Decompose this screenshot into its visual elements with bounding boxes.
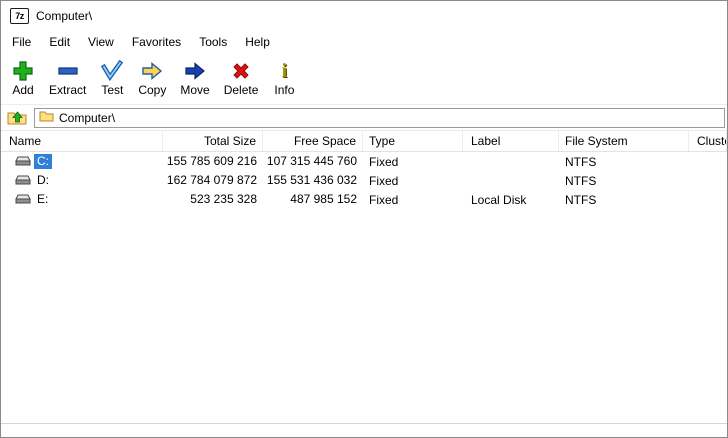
drive-total-size: 523 235 328 — [190, 192, 257, 206]
drive-total-size: 155 785 609 216 — [166, 154, 257, 168]
drive-row-e[interactable]: E: 523 235 328 487 985 152 Fixed Local D… — [1, 190, 727, 209]
extract-label: Extract — [49, 83, 87, 97]
info-button[interactable]: i Info — [265, 56, 303, 99]
drive-label: Local Disk — [471, 192, 527, 207]
address-path-text: Computer\ — [59, 110, 116, 125]
add-icon — [11, 59, 35, 83]
column-header-cluster-size[interactable]: Cluste — [689, 131, 727, 151]
add-label: Add — [12, 83, 34, 97]
copy-icon — [140, 59, 164, 83]
test-icon — [100, 59, 124, 83]
column-header-total-size[interactable]: Total Size — [163, 131, 263, 151]
drive-free-space: 107 315 445 760 — [266, 154, 357, 168]
drive-file-system: NTFS — [565, 173, 597, 188]
test-label: Test — [101, 83, 124, 97]
menu-bar: File Edit View Favorites Tools Help — [1, 31, 727, 53]
extract-icon — [56, 59, 80, 83]
add-button[interactable]: Add — [4, 56, 42, 99]
column-header-type[interactable]: Type — [363, 131, 463, 151]
move-button[interactable]: Move — [173, 56, 216, 99]
drive-type: Fixed — [369, 173, 399, 188]
column-header-label[interactable]: Label — [463, 131, 559, 151]
menu-view[interactable]: View — [79, 32, 123, 52]
drive-file-system: NTFS — [565, 154, 597, 169]
test-button[interactable]: Test — [93, 56, 131, 99]
menu-edit[interactable]: Edit — [40, 32, 79, 52]
move-label: Move — [180, 83, 210, 97]
extract-button[interactable]: Extract — [42, 56, 93, 99]
status-bar — [1, 423, 727, 437]
app-icon-7zip[interactable]: 7z — [10, 8, 29, 24]
delete-button[interactable]: Delete — [217, 56, 266, 99]
drive-name: C: — [34, 154, 52, 169]
drive-file-system: NTFS — [565, 192, 597, 207]
drive-total-size: 162 784 079 872 — [166, 173, 257, 187]
drive-type: Fixed — [369, 192, 399, 207]
copy-label: Copy — [138, 83, 167, 97]
menu-tools[interactable]: Tools — [190, 32, 236, 52]
info-label: Info — [274, 83, 295, 97]
info-icon: i — [281, 60, 288, 82]
app-window: 7z Computer\ File Edit View Favorites To… — [0, 0, 728, 438]
delete-label: Delete — [223, 83, 259, 97]
delete-icon — [229, 59, 253, 83]
window-title: Computer\ — [36, 9, 93, 23]
drive-name: D: — [37, 173, 49, 187]
menu-file[interactable]: File — [3, 32, 40, 52]
drive-icon — [15, 173, 31, 189]
copy-button[interactable]: Copy — [131, 56, 173, 99]
drive-free-space: 487 985 152 — [290, 192, 357, 206]
menu-help[interactable]: Help — [236, 32, 279, 52]
up-one-level-icon — [7, 108, 27, 128]
column-header-file-system[interactable]: File System — [559, 131, 689, 151]
address-bar: Computer\ — [1, 105, 727, 131]
column-header-name[interactable]: Name — [1, 131, 163, 151]
column-header-free-space[interactable]: Free Space — [263, 131, 363, 151]
drive-list: C: 155 785 609 216 107 315 445 760 Fixed… — [1, 152, 727, 423]
folder-icon — [39, 110, 54, 125]
move-icon — [183, 59, 207, 83]
drive-name: E: — [37, 192, 49, 206]
list-column-headers: Name Total Size Free Space Type Label Fi… — [1, 131, 727, 152]
drive-icon — [15, 154, 31, 170]
address-path-combobox[interactable]: Computer\ — [34, 107, 725, 128]
menu-favorites[interactable]: Favorites — [123, 32, 190, 52]
title-bar: 7z Computer\ — [1, 1, 727, 31]
drive-free-space: 155 531 436 032 — [266, 173, 357, 187]
main-toolbar: Add Extract Test Copy Move Delete i Info — [1, 53, 727, 105]
drive-icon — [15, 192, 31, 208]
drive-row-c[interactable]: C: 155 785 609 216 107 315 445 760 Fixed… — [1, 152, 727, 171]
drive-row-d[interactable]: D: 162 784 079 872 155 531 436 032 Fixed… — [1, 171, 727, 190]
drive-type: Fixed — [369, 154, 399, 169]
up-one-level-button[interactable] — [5, 107, 29, 128]
